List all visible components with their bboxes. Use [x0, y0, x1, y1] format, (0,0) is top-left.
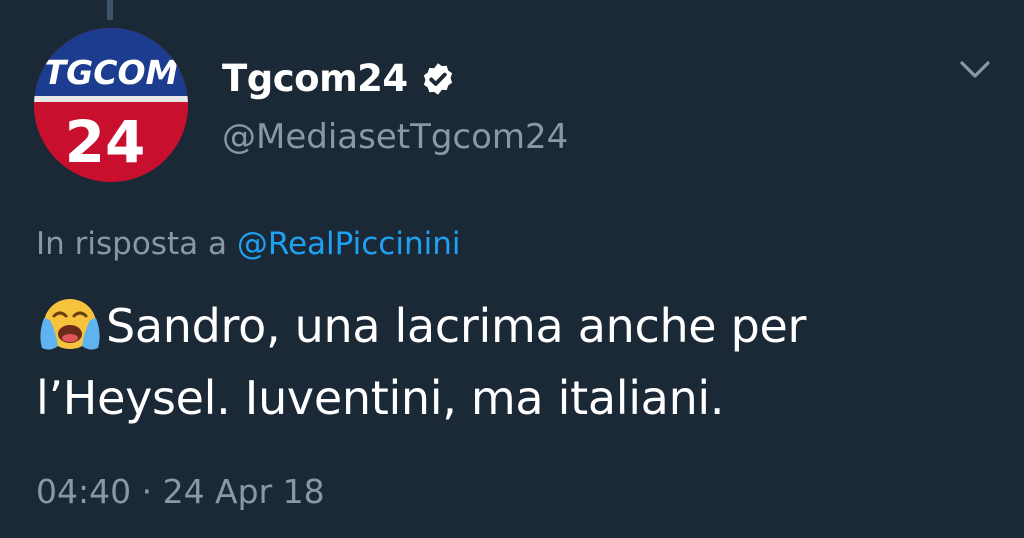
thread-connector-line [107, 0, 113, 20]
avatar[interactable]: TGCOM 24 [34, 28, 188, 182]
tgcom24-logo: TGCOM 24 [34, 28, 188, 182]
author-header: Tgcom24 [222, 55, 456, 103]
avatar-logo-number: 24 [65, 108, 146, 176]
display-name[interactable]: Tgcom24 [222, 55, 408, 103]
avatar-logo-text: TGCOM [44, 53, 179, 92]
tweet-text: Sandro, una lacrima anche per l’Heysel. … [36, 290, 996, 434]
tweet-text-line-1: Sandro, una lacrima anche per [36, 290, 996, 362]
tweet-text-line-2: l’Heysel. Iuventini, ma italiani. [36, 371, 725, 425]
tweet-text-line-1-content: Sandro, una lacrima anche per [106, 299, 807, 353]
user-handle[interactable]: @MediasetTgcom24 [222, 114, 568, 160]
tweet-timestamp[interactable]: 04:40 · 24 Apr 18 [36, 470, 325, 514]
reply-context: In risposta a @RealPiccinini [36, 222, 461, 266]
reply-to-handle-link[interactable]: @RealPiccinini [237, 226, 461, 262]
tweet-card: TGCOM 24 Tgcom24 @MediasetTgcom24 In ris… [0, 0, 1024, 538]
verified-badge-icon [423, 63, 452, 95]
loudly-crying-face-icon [40, 299, 100, 350]
reply-prefix: In risposta a [36, 226, 227, 262]
chevron-down-icon[interactable] [958, 57, 992, 83]
